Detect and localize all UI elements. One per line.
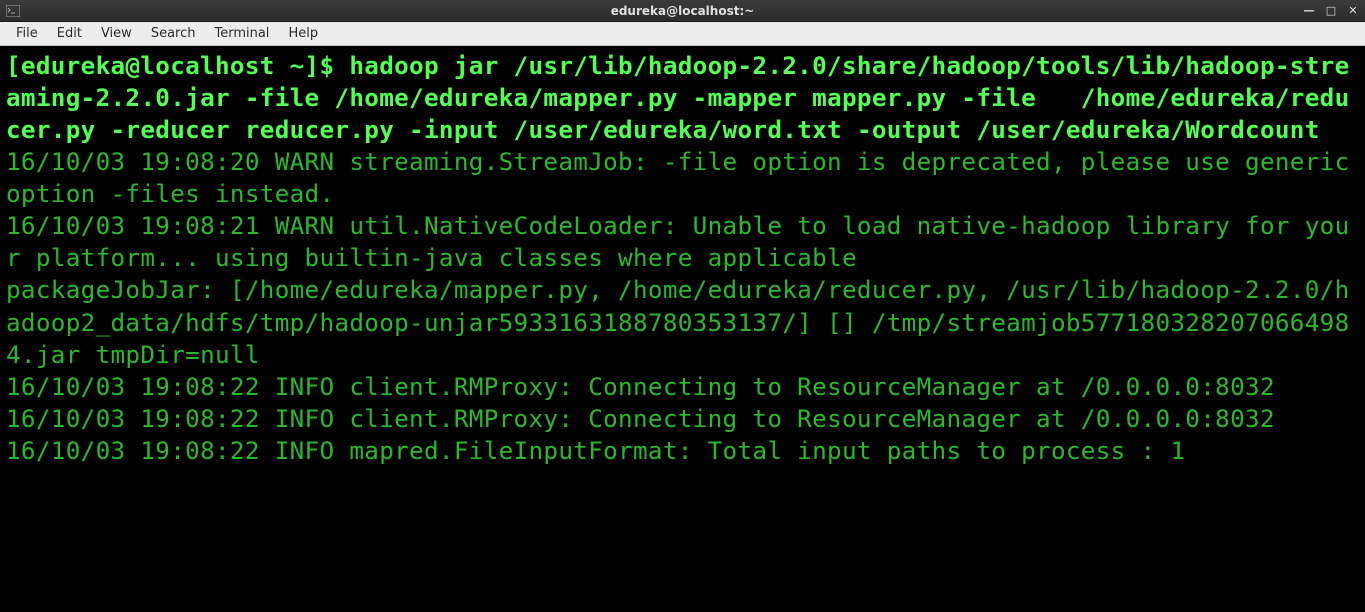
output-line: 16/10/03 19:08:22 INFO client.RMProxy: C… <box>6 371 1359 403</box>
output-line: 16/10/03 19:08:22 INFO client.RMProxy: C… <box>6 403 1359 435</box>
output-line: 16/10/03 19:08:20 WARN streaming.StreamJ… <box>6 146 1359 210</box>
output-line: 16/10/03 19:08:21 WARN util.NativeCodeLo… <box>6 210 1359 274</box>
shell-prompt: [edureka@localhost ~]$ <box>6 51 349 80</box>
close-button[interactable]: ✕ <box>1345 4 1361 18</box>
window-title: edureka@localhost:~ <box>611 4 755 18</box>
terminal-icon <box>4 2 22 20</box>
terminal-content[interactable]: [edureka@localhost ~]$ hadoop jar /usr/l… <box>0 46 1365 612</box>
menu-view[interactable]: View <box>93 24 140 43</box>
maximize-button[interactable]: □ <box>1323 4 1339 18</box>
output-line: 16/10/03 19:08:22 INFO mapred.FileInputF… <box>6 435 1359 467</box>
menu-bar: File Edit View Search Terminal Help <box>0 22 1365 46</box>
minimize-button[interactable]: — <box>1301 4 1317 18</box>
window-titlebar: edureka@localhost:~ — □ ✕ <box>0 0 1365 22</box>
menu-terminal[interactable]: Terminal <box>206 24 277 43</box>
output-line: packageJobJar: [/home/edureka/mapper.py,… <box>6 274 1359 370</box>
menu-edit[interactable]: Edit <box>49 24 90 43</box>
menu-help[interactable]: Help <box>280 24 326 43</box>
command-line: [edureka@localhost ~]$ hadoop jar /usr/l… <box>6 50 1359 146</box>
menu-search[interactable]: Search <box>143 24 204 43</box>
window-controls: — □ ✕ <box>1301 4 1361 18</box>
menu-file[interactable]: File <box>8 24 46 43</box>
